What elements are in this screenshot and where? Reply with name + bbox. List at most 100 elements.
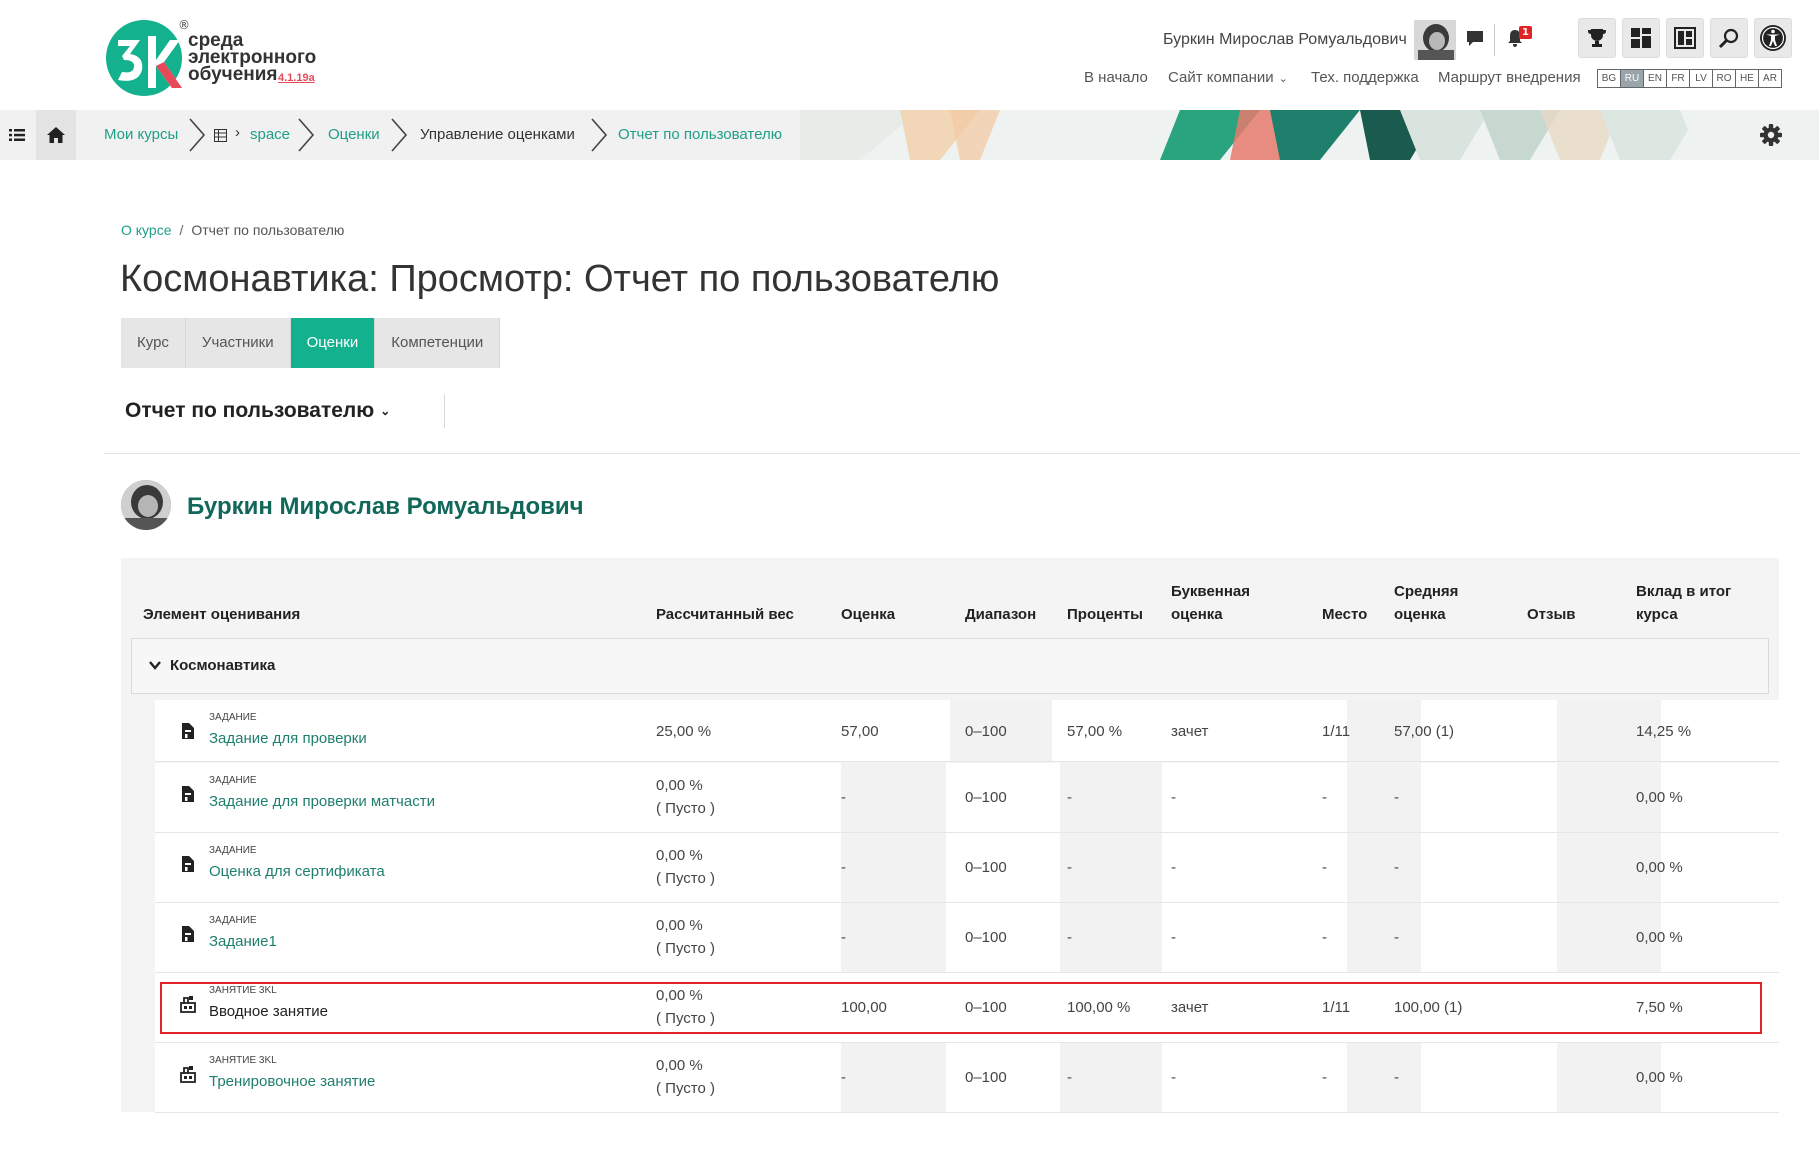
breadcrumb-bar: Мои курсы › space Оценки Управление оцен… [0,110,1819,160]
course-tabs: Курс Участники Оценки Компетенции [121,318,501,368]
nav-home-link[interactable]: В начало [1084,69,1148,86]
cell-contribution: 0,00 % [1636,929,1683,946]
item-name-link[interactable]: Задание1 [209,933,277,950]
lang-bg[interactable]: BG [1597,69,1621,88]
nav-support-link[interactable]: Тех. поддержка [1311,69,1419,86]
category-name: Космонавтика [170,657,276,674]
category-row[interactable]: Космонавтика [131,638,1769,694]
col-header-average-line-2: оценка [1394,606,1446,623]
student-avatar[interactable] [121,480,171,530]
crumb-grade-management[interactable]: Управление оценками [420,126,575,143]
cell-contribution: 7,50 % [1636,999,1683,1016]
crumb-user-report[interactable]: Отчет по пользователю [618,126,782,143]
blocks-button[interactable] [1666,18,1704,58]
lang-fr[interactable]: FR [1666,69,1690,88]
item-name-link[interactable]: Тренировочное занятие [209,1073,375,1090]
item-name-link[interactable]: Задание для проверки [209,730,367,747]
cell-weight-note: ( Пусто ) [656,1080,715,1097]
accessibility-icon [1760,25,1786,51]
home-icon[interactable] [36,110,76,160]
tab-participants[interactable]: Участники [185,318,291,368]
lang-ru[interactable]: RU [1620,69,1644,88]
cell-grade: - [841,789,846,806]
cell-range: 0–100 [965,789,1007,806]
assignment-icon [182,856,194,872]
cell-contribution: 0,00 % [1636,1069,1683,1086]
settings-gear-icon[interactable] [1758,122,1784,148]
tab-competencies[interactable]: Компетенции [375,318,501,368]
decorative-banner [800,110,1819,160]
tab-course[interactable]: Курс [121,318,186,368]
lesson-3kl-icon [180,996,196,1013]
cell-percent: - [1067,859,1072,876]
column-shade [841,903,946,972]
col-header-item: Элемент оценивания [143,606,301,623]
page-crumb-course[interactable]: О курсе [121,222,171,238]
search-button[interactable] [1710,18,1748,58]
col-header-letter-line-2: оценка [1171,606,1223,623]
cell-weight: 0,00 % [656,847,703,864]
avatar-photo-icon [1414,20,1456,60]
lang-lv[interactable]: LV [1689,69,1713,88]
cell-grade: - [841,1069,846,1086]
nav-company-site-link[interactable]: Сайт компании ⌄ [1168,69,1288,86]
cell-letter: - [1171,929,1176,946]
cell-grade: - [841,859,846,876]
chevron-down-icon[interactable] [148,658,162,672]
section-divider [104,453,1800,454]
cell-grade: 100,00 [841,999,887,1016]
page-breadcrumb: О курсе / Отчет по пользователю [121,222,344,238]
crumb-space[interactable]: space [250,126,290,143]
cell-rank: 1/11 [1322,723,1351,740]
item-name-link[interactable]: Задание для проверки матчасти [209,793,435,810]
cell-average: - [1394,789,1399,806]
lang-ar[interactable]: AR [1758,69,1782,88]
cell-average: 57,00 (1) [1394,723,1455,740]
logo-version[interactable]: 4.1.19a [278,72,315,84]
nav-route-link[interactable]: Маршрут внедрения [1438,69,1581,86]
assignment-icon [182,926,194,942]
crumb-grades[interactable]: Оценки [328,126,380,143]
item-type: Занятие 3KL [209,1055,277,1066]
student-name-link[interactable]: Буркин Мирослав Ромуальдович [187,493,584,521]
column-shade [1060,1043,1162,1112]
accessibility-button[interactable] [1754,18,1792,58]
col-header-rank: Место [1322,606,1368,623]
menu-toggle-icon[interactable] [0,110,34,160]
lang-he[interactable]: HE [1735,69,1759,88]
cell-percent: - [1067,929,1072,946]
item-type: Занятие 3KL [209,985,277,996]
messages-icon[interactable] [1462,28,1488,54]
page-title: Космонавтика: Просмотр: Отчет по пользов… [120,258,1000,300]
item-type: Задание [209,915,257,926]
cell-rank: - [1322,859,1327,876]
cell-range: 0–100 [965,859,1007,876]
lang-ro[interactable]: RO [1712,69,1736,88]
header-user-avatar[interactable] [1414,20,1456,60]
lang-en[interactable]: EN [1643,69,1667,88]
trophy-icon [1588,29,1606,47]
cell-range: 0–100 [965,723,1007,740]
achievements-button[interactable] [1578,18,1616,58]
crumb-my-courses[interactable]: Мои курсы [104,126,178,143]
item-name[interactable]: Вводное занятие [209,1003,328,1020]
site-logo[interactable]: ® среда электронного обучения 4.1.19a [104,18,324,98]
item-name-link[interactable]: Оценка для сертификата [209,863,385,880]
cell-letter: - [1171,1069,1176,1086]
cell-weight-note: ( Пусто ) [656,1010,715,1027]
chevron-down-icon: ⌄ [1278,73,1288,85]
table-row: Задание Задание для проверки 25,00 % 57,… [155,700,1779,762]
user-grades-table: Элемент оценивания Рассчитанный вес Оцен… [121,558,1779,1113]
cell-weight: 0,00 % [656,917,703,934]
header-user-name[interactable]: Буркин Мирослав Ромуальдович [1163,31,1407,49]
tab-grades[interactable]: Оценки [290,318,376,368]
crumb-chevron-icon [298,118,315,152]
col-header-feedback: Отзыв [1527,606,1576,623]
cell-grade: 57,00 [841,723,879,740]
logo-mark-icon [106,20,182,96]
dashboard-button[interactable] [1622,18,1660,58]
crumb-chevron-icon [189,118,206,152]
report-type-dropdown[interactable]: Отчет по пользователю ⌄ [125,399,390,423]
cell-weight: 0,00 % [656,987,703,1004]
table-row: Занятие 3KL Тренировочное занятие 0,00 %… [155,1043,1779,1113]
